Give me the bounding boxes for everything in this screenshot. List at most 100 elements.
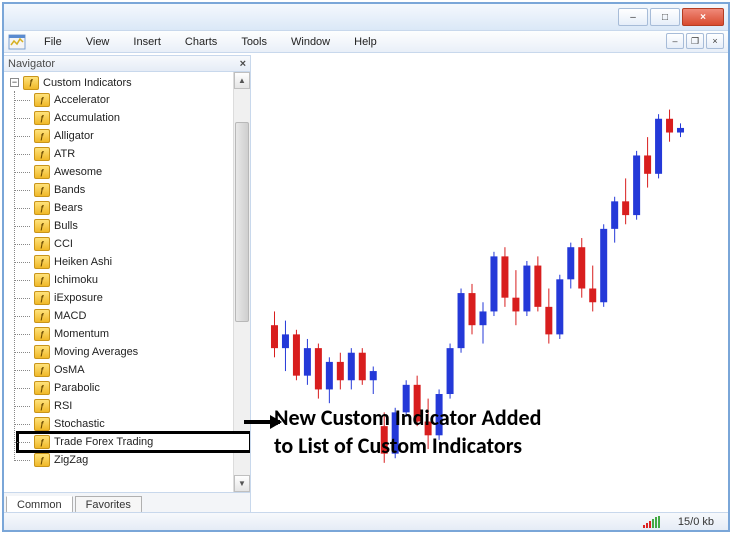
expander-icon[interactable]: − [10, 78, 19, 87]
fx-icon: ƒ [34, 399, 50, 413]
window-minimize-button[interactable]: – [618, 8, 648, 26]
scroll-thumb[interactable] [235, 122, 249, 322]
tree-root[interactable]: − ƒ Custom Indicators [10, 74, 250, 91]
menu-charts[interactable]: Charts [173, 33, 229, 51]
navigator-title: Navigator [8, 58, 55, 70]
tree-item-label: Heiken Ashi [54, 256, 112, 268]
tree-item[interactable]: ƒ Parabolic [18, 379, 250, 397]
tree-item[interactable]: ƒ ATR [18, 145, 250, 163]
fx-icon: ƒ [34, 237, 50, 251]
tree-item-label: Bands [54, 184, 85, 196]
tree-item-label: Accelerator [54, 94, 110, 106]
tree-item-label: ZigZag [54, 454, 88, 466]
navigator-header: Navigator × [4, 56, 250, 72]
fx-icon: ƒ [34, 345, 50, 359]
fx-icon: ƒ [34, 111, 50, 125]
tree-item[interactable]: ƒ CCI [18, 235, 250, 253]
tree-item[interactable]: ƒIchimoku [18, 271, 250, 289]
tree-item[interactable]: ƒ ZigZag [18, 451, 250, 469]
tree-item-label: RSI [54, 400, 72, 412]
tree-item[interactable]: ƒ Accumulation [18, 109, 250, 127]
tree-item[interactable]: ƒ iExposure [18, 289, 250, 307]
tab-common[interactable]: Common [6, 496, 73, 513]
fx-icon: ƒ [34, 183, 50, 197]
fx-icon: ƒ [34, 219, 50, 233]
fx-icon: ƒ [34, 363, 50, 377]
tree-item[interactable]: ƒ Moving Averages [18, 343, 250, 361]
tree-item[interactable]: ƒ Accelerator [18, 91, 250, 109]
tree-item-label: ATR [54, 148, 75, 160]
menubar: FileViewInsertChartsToolsWindowHelp – ❐ … [4, 31, 728, 53]
tree-item[interactable]: ƒ Heiken Ashi [18, 253, 250, 271]
scroll-up-button[interactable]: ▲ [234, 72, 250, 89]
fx-icon: ƒ [34, 147, 50, 161]
fx-icon: ƒ [34, 93, 50, 107]
doc-close-button[interactable]: × [706, 33, 724, 49]
tab-favorites[interactable]: Favorites [75, 496, 142, 513]
statusbar: 15/0 kb [4, 512, 728, 530]
tree-item-label: Moving Averages [54, 346, 138, 358]
navigator-tree: − ƒ Custom Indicators ƒ Accelerator ƒ Accum… [4, 72, 250, 471]
app-window: – □ × FileViewInsertChartsToolsWindowHel… [2, 2, 730, 532]
tree-item[interactable]: ƒMomentum [18, 325, 250, 343]
tree-item-label: Awesome [54, 166, 102, 178]
tree-item[interactable]: ƒ Bands [18, 181, 250, 199]
navigator-body: − ƒ Custom Indicators ƒ Accelerator ƒ Accum… [4, 72, 250, 492]
tree-item[interactable]: ƒ Stochastic [18, 415, 250, 433]
annotation-line2: to List of Custom Indicators [274, 432, 522, 459]
fx-icon: ƒ [34, 417, 50, 431]
document-controls: – ❐ × [666, 33, 724, 49]
doc-restore-button[interactable]: ❐ [686, 33, 704, 49]
tree-item[interactable]: ƒ Bears [18, 199, 250, 217]
navigator-tabs: CommonFavorites [4, 492, 250, 512]
annotation-line1: New Custom Indicator Added [274, 404, 541, 431]
tree-item[interactable]: ƒ Awesome [18, 163, 250, 181]
menu-help[interactable]: Help [342, 33, 389, 51]
fx-icon: ƒ [34, 165, 50, 179]
tree-item[interactable]: ƒ OsMA [18, 361, 250, 379]
tree-item-label: Alligator [54, 130, 94, 142]
fx-icon: ƒ [34, 327, 50, 341]
scrollbar[interactable]: ▲ ▼ [233, 72, 250, 492]
doc-minimize-button[interactable]: – [666, 33, 684, 49]
menu-file[interactable]: File [32, 33, 74, 51]
menu-window[interactable]: Window [279, 33, 342, 51]
fx-icon: ƒ [34, 291, 50, 305]
connection-bars-icon [643, 516, 660, 528]
annotation-text: New Custom Indicator Added to List of Cu… [274, 404, 714, 460]
tree-item-label: Bulls [54, 220, 78, 232]
menu-tools[interactable]: Tools [229, 33, 279, 51]
window-close-button[interactable]: × [682, 8, 724, 26]
tree-root-label: Custom Indicators [43, 77, 132, 89]
traffic-label: 15/0 kb [678, 516, 714, 528]
tree-item-label: Bears [54, 202, 83, 214]
fx-icon: ƒ [34, 273, 50, 287]
tree-item-label: Accumulation [54, 112, 120, 124]
navigator-close-button[interactable]: × [240, 58, 246, 70]
fx-icon: ƒ [34, 201, 50, 215]
window-maximize-button[interactable]: □ [650, 8, 680, 26]
tree-item-label: iExposure [54, 292, 103, 304]
tree-item[interactable]: ƒ Alligator [18, 127, 250, 145]
fx-icon: ƒ [34, 309, 50, 323]
tree-item[interactable]: ƒ MACD [18, 307, 250, 325]
tree-item-label: Trade Forex Trading [54, 436, 153, 448]
fx-icon: ƒ [34, 255, 50, 269]
tree-item[interactable]: ƒTrade Forex Trading [18, 433, 250, 451]
fx-icon: ƒ [34, 453, 50, 467]
tree-item-label: OsMA [54, 364, 85, 376]
tree-item[interactable]: ƒ RSI [18, 397, 250, 415]
menu-view[interactable]: View [74, 33, 122, 51]
fx-icon: ƒ [23, 76, 39, 90]
tree-item-label: CCI [54, 238, 73, 250]
tree-item-label: MACD [54, 310, 86, 322]
tree-item[interactable]: ƒ Bulls [18, 217, 250, 235]
scroll-down-button[interactable]: ▼ [234, 475, 250, 492]
tree-item-label: Parabolic [54, 382, 100, 394]
app-icon [8, 33, 26, 51]
menu-insert[interactable]: Insert [121, 33, 173, 51]
fx-icon: ƒ [34, 381, 50, 395]
navigator-panel: Navigator × − ƒ Custom Indicators ƒ Accel… [4, 55, 251, 512]
fx-icon: ƒ [34, 129, 50, 143]
tree-item-label: Stochastic [54, 418, 105, 430]
